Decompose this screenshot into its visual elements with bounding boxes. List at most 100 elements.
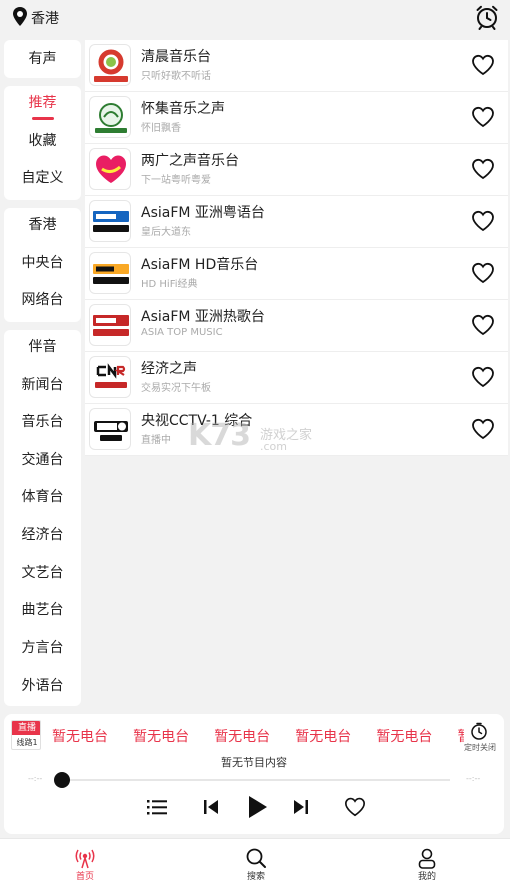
station-logo [89,304,131,346]
station-subtitle: ASIA TOP MUSIC [141,327,223,338]
station-name: AsiaFM 亚洲热歌台 [141,309,265,325]
favorite-heart-icon[interactable] [471,106,495,128]
station-name: 清晨音乐台 [141,49,211,65]
sidebar-item-hongkong[interactable]: 香港 [4,210,81,240]
elapsed-time: --:-- [28,774,43,783]
nav-label-search: 搜索 [246,872,265,882]
sidebar-item-category[interactable]: 音乐台 [4,407,81,437]
station-logo [89,356,131,398]
station-subtitle: 怀旧飘香 [141,123,181,134]
station-logo [89,252,131,294]
station-name: AsiaFM 亚洲粤语台 [141,205,265,221]
favorite-heart-icon[interactable] [471,158,495,180]
favorite-heart-icon[interactable] [471,314,495,336]
sidebar-item-network[interactable]: 网络台 [4,285,81,315]
marquee-text: 暂无电台 [214,729,271,745]
play-icon[interactable] [244,794,270,820]
bottom-navigation: 首页 搜索 我的 [0,838,510,882]
total-time: --:-- [466,774,481,783]
favorite-heart-icon[interactable] [471,210,495,232]
search-icon [246,848,266,868]
progress-knob[interactable] [54,772,70,788]
station-name: 两广之声音乐台 [141,153,239,169]
sidebar-item-category[interactable]: 外语台 [4,671,81,701]
top-bar: 香港 [0,0,510,36]
nav-label-home: 首页 [75,872,94,882]
timer-label[interactable]: 定时关闭 [460,742,500,753]
alarm-clock-icon[interactable] [474,4,500,30]
station-subtitle: 交易实况下午板 [141,383,211,394]
station-row[interactable]: 两广之声音乐台 下一站粤听粤爱 [85,144,508,196]
user-icon [418,848,436,869]
radio-icon [75,849,95,869]
active-tab-indicator [32,117,54,120]
sidebar-item-category[interactable]: 体育台 [4,482,81,512]
station-logo [89,96,131,138]
sidebar-item-audio[interactable]: 有声 [4,44,81,74]
nav-profile[interactable]: 我的 [397,839,457,882]
sidebar-group-categories: 伴音 新闻台 音乐台 交通台 体育台 经济台 文艺台 曲艺台 方言台 外语台 [4,330,81,706]
watermark-domain: .com [260,440,287,453]
sidebar-group-audio: 有声 [4,40,81,78]
location-label[interactable]: 香港 [31,8,59,28]
timer-icon[interactable] [470,722,488,740]
sidebar-item-central[interactable]: 中央台 [4,248,81,278]
sidebar-group-main: 推荐 收藏 自定义 [4,86,81,200]
station-logo [89,408,131,450]
station-list: 清晨音乐台 只听好歌不听话 怀集音乐之声 怀旧飘香 两广之声音乐台 下一站粤听粤… [85,40,508,456]
sidebar-item-category[interactable]: 文艺台 [4,558,81,588]
marquee-text: 暂无电台 [376,729,433,745]
next-icon[interactable] [290,796,312,818]
station-logo [89,44,131,86]
nav-search[interactable]: 搜索 [226,839,286,882]
marquee-text: 暂无电台 [295,729,352,745]
favorite-heart-icon[interactable] [471,366,495,388]
station-logo [89,148,131,190]
station-subtitle: 下一站粤听粤爱 [141,175,211,186]
previous-icon[interactable] [200,796,222,818]
station-marquee: 暂无电台 暂无电台 暂无电台 暂无电台 暂无电台 暂无电台 [52,726,464,746]
sidebar-item-category[interactable]: 新闻台 [4,370,81,400]
program-info: 暂无节目内容 [221,756,287,769]
location-pin-icon[interactable] [10,6,30,28]
line-label: 线路1 [16,738,38,747]
station-row[interactable]: AsiaFM HD音乐台 HD HiFi经典 [85,248,508,300]
sidebar-item-custom[interactable]: 自定义 [4,163,81,193]
station-subtitle: HD HiFi经典 [141,279,198,290]
station-name: 经济之声 [141,361,197,377]
nav-home[interactable]: 首页 [55,839,115,882]
watermark: K73 游戏之家 .com [188,418,328,458]
station-row[interactable]: 经济之声 交易实况下午板 [85,352,508,404]
station-subtitle: 只听好歌不听话 [141,71,211,82]
station-row[interactable]: 清晨音乐台 只听好歌不听话 [85,40,508,92]
station-row[interactable]: AsiaFM 亚洲热歌台 ASIA TOP MUSIC [85,300,508,352]
sidebar-group-region: 香港 中央台 网络台 [4,208,81,322]
station-row[interactable]: 怀集音乐之声 怀旧飘香 [85,92,508,144]
station-logo [89,200,131,242]
favorite-heart-icon[interactable] [471,262,495,284]
watermark-logo-text: K73 [188,418,251,453]
marquee-text: 暂无电台 [52,729,108,745]
station-name: 怀集音乐之声 [141,101,225,117]
sidebar-item-category[interactable]: 经济台 [4,520,81,550]
playlist-icon[interactable] [146,796,168,818]
sidebar-item-category[interactable]: 伴音 [4,332,81,362]
favorite-heart-icon[interactable] [344,796,366,818]
sidebar-item-category[interactable]: 曲艺台 [4,595,81,625]
favorite-heart-icon[interactable] [471,418,495,440]
sidebar-item-category[interactable]: 方言台 [4,633,81,663]
sidebar-item-favorites[interactable]: 收藏 [4,126,81,156]
station-subtitle: 皇后大道东 [141,227,191,238]
nav-label-profile: 我的 [417,872,436,882]
station-name: AsiaFM HD音乐台 [141,257,259,273]
live-line-badge[interactable]: 直播 线路1 [11,720,41,750]
favorite-heart-icon[interactable] [471,54,495,76]
sidebar-item-category[interactable]: 交通台 [4,445,81,475]
player-panel: 直播 线路1 暂无电台 暂无电台 暂无电台 暂无电台 暂无电台 暂无电台 定时关… [4,714,504,834]
marquee-text: 暂无电台 [133,729,190,745]
sidebar-item-recommended[interactable]: 推荐 [4,88,81,118]
station-row[interactable]: AsiaFM 亚洲粤语台 皇后大道东 [85,196,508,248]
station-subtitle: 直播中 [141,435,171,446]
live-label: 直播 [12,721,40,735]
progress-track[interactable] [62,779,450,781]
